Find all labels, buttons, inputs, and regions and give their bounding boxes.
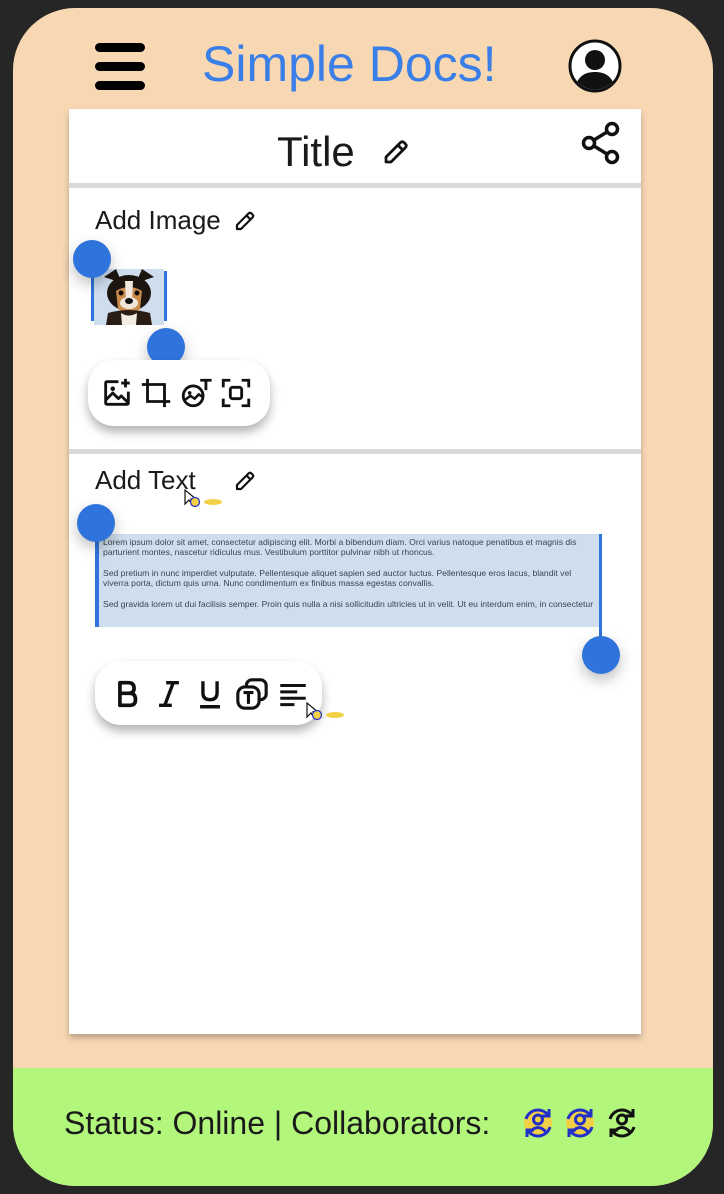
- text-paragraph: Lorem ipsum dolor sit amet, consectetur …: [103, 537, 577, 557]
- selected-text-block[interactable]: Lorem ipsum dolor sit amet, consectetur …: [95, 534, 602, 627]
- italic-icon[interactable]: [152, 677, 186, 711]
- focus-frame-icon[interactable]: [219, 376, 253, 410]
- edit-title-pencil-icon[interactable]: [381, 137, 411, 167]
- user-avatar-icon[interactable]: [568, 39, 622, 93]
- underline-icon[interactable]: [193, 677, 227, 711]
- text-style-icon[interactable]: [235, 677, 269, 711]
- image-toolbar: [88, 360, 270, 426]
- image-text-icon[interactable]: [179, 376, 213, 410]
- share-icon[interactable]: [581, 121, 621, 165]
- status-bar: Status: Online | Collaborators:: [13, 1068, 713, 1186]
- app-title: Simple Docs!: [202, 36, 497, 92]
- inserted-dog-image[interactable]: [94, 269, 164, 325]
- text-paragraph: Sed gravida lorem ut dui facilisis sempe…: [103, 599, 594, 609]
- text-paragraph: Sed pretium in nunc imperdiet vulputate.…: [103, 568, 572, 588]
- edit-text-pencil-icon[interactable]: [233, 469, 257, 493]
- image-selection-top-handle[interactable]: [73, 240, 111, 278]
- text-selection-right-edge: [599, 534, 602, 649]
- collaborator-sync-icon[interactable]: [605, 1106, 639, 1140]
- collaborator-cursor-icon: [306, 701, 344, 721]
- collaborator-sync-icon[interactable]: [563, 1106, 597, 1140]
- app-frame: Simple Docs! Title Add Image Add Text Lo…: [13, 8, 713, 1186]
- section-divider: [69, 449, 641, 454]
- add-image-label[interactable]: Add Image: [95, 204, 221, 236]
- edit-image-pencil-icon[interactable]: [233, 209, 257, 233]
- title-divider: [69, 183, 641, 188]
- crop-icon[interactable]: [139, 376, 173, 410]
- image-selection-right-edge: [164, 271, 167, 321]
- collaborator-sync-icon[interactable]: [521, 1106, 555, 1140]
- text-selection-start-handle[interactable]: [77, 504, 115, 542]
- status-text: Status: Online | Collaborators:: [64, 1105, 491, 1141]
- add-text-label[interactable]: Add Text: [95, 464, 196, 496]
- text-format-toolbar: [95, 661, 322, 725]
- document-title[interactable]: Title: [277, 127, 355, 177]
- hamburger-menu-icon[interactable]: [95, 43, 147, 95]
- text-selection-end-handle[interactable]: [582, 636, 620, 674]
- add-image-icon[interactable]: [100, 376, 134, 410]
- collaborator-cursor-icon: [184, 488, 222, 508]
- bold-icon[interactable]: [110, 677, 144, 711]
- document-card: Title Add Image Add Text Lorem ipsum dol…: [69, 109, 641, 1034]
- document-title-row: Title: [69, 109, 641, 183]
